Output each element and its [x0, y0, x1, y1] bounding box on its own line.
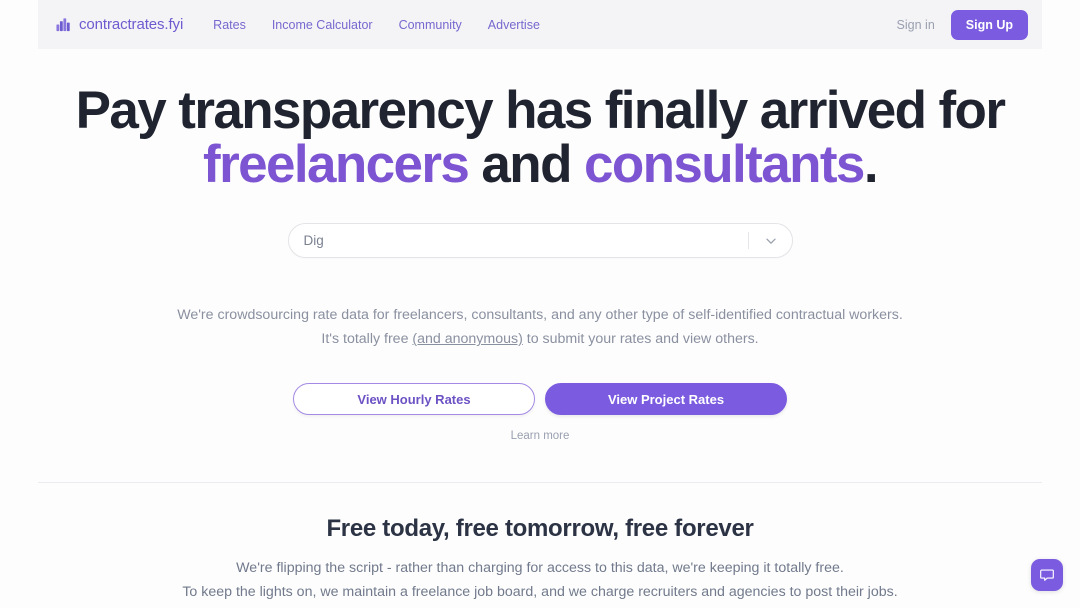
brand-name: contractrates.fyi — [79, 16, 184, 33]
sign-in-link[interactable]: Sign in — [897, 18, 935, 32]
header-actions: Sign in Sign Up — [897, 9, 1028, 40]
bar-chart-icon — [56, 17, 71, 32]
site-header: contractrates.fyi Rates Income Calculato… — [38, 0, 1042, 49]
sign-up-button[interactable]: Sign Up — [950, 9, 1028, 40]
headline-freelancers: freelancers — [203, 135, 470, 195]
page-root: contractrates.fyi Rates Income Calculato… — [0, 0, 1080, 608]
page-title: Pay transparency has finally arrived for… — [0, 49, 1080, 192]
nav-link-community[interactable]: Community — [399, 18, 462, 32]
hero-description-line-1: We're crowdsourcing rate data for freela… — [177, 307, 903, 324]
nav-link-rates[interactable]: Rates — [213, 18, 246, 32]
headline-period: . — [863, 135, 879, 195]
primary-nav: Rates Income Calculator Community Advert… — [213, 18, 540, 32]
nav-link-income-calculator[interactable]: Income Calculator — [272, 18, 373, 32]
learn-more-link[interactable]: Learn more — [511, 430, 570, 442]
chat-widget-button[interactable] — [1031, 559, 1063, 591]
cta-button-row: View Hourly Rates View Project Rates — [0, 383, 1080, 416]
headline-line-1: Pay transparency has finally arrived for — [75, 81, 1006, 140]
headline-consultants: consultants — [583, 135, 865, 195]
hero-description-line-2-before: It's totally free — [321, 331, 413, 348]
hero-description: We're crowdsourcing rate data for freela… — [50, 303, 1030, 351]
nav-link-advertise[interactable]: Advertise — [488, 18, 540, 32]
select-divider — [747, 232, 749, 250]
headline-and: and — [468, 135, 584, 195]
search-input[interactable]: Dig — [304, 233, 748, 248]
free-forever-section: Free today, free tomorrow, free forever … — [0, 515, 1080, 604]
free-forever-line-1: We're flipping the script - rather than … — [236, 560, 844, 576]
hero-section: Pay transparency has finally arrived for… — [0, 49, 1080, 444]
view-hourly-rates-button[interactable]: View Hourly Rates — [293, 383, 535, 416]
free-forever-copy: We're flipping the script - rather than … — [0, 556, 1080, 604]
chat-bubble-icon — [1039, 567, 1055, 583]
chevron-down-icon[interactable] — [763, 233, 792, 249]
hero-description-line-2-after: to submit your rates and view others. — [522, 331, 759, 348]
anonymous-link[interactable]: (and anonymous) — [412, 331, 522, 347]
free-forever-title: Free today, free tomorrow, free forever — [326, 515, 754, 542]
section-divider — [38, 482, 1042, 483]
free-forever-line-2: To keep the lights on, we maintain a fre… — [182, 584, 898, 600]
role-search-select[interactable]: Dig — [287, 223, 793, 259]
view-project-rates-button[interactable]: View Project Rates — [545, 383, 787, 416]
brand-logo[interactable]: contractrates.fyi — [56, 16, 183, 33]
